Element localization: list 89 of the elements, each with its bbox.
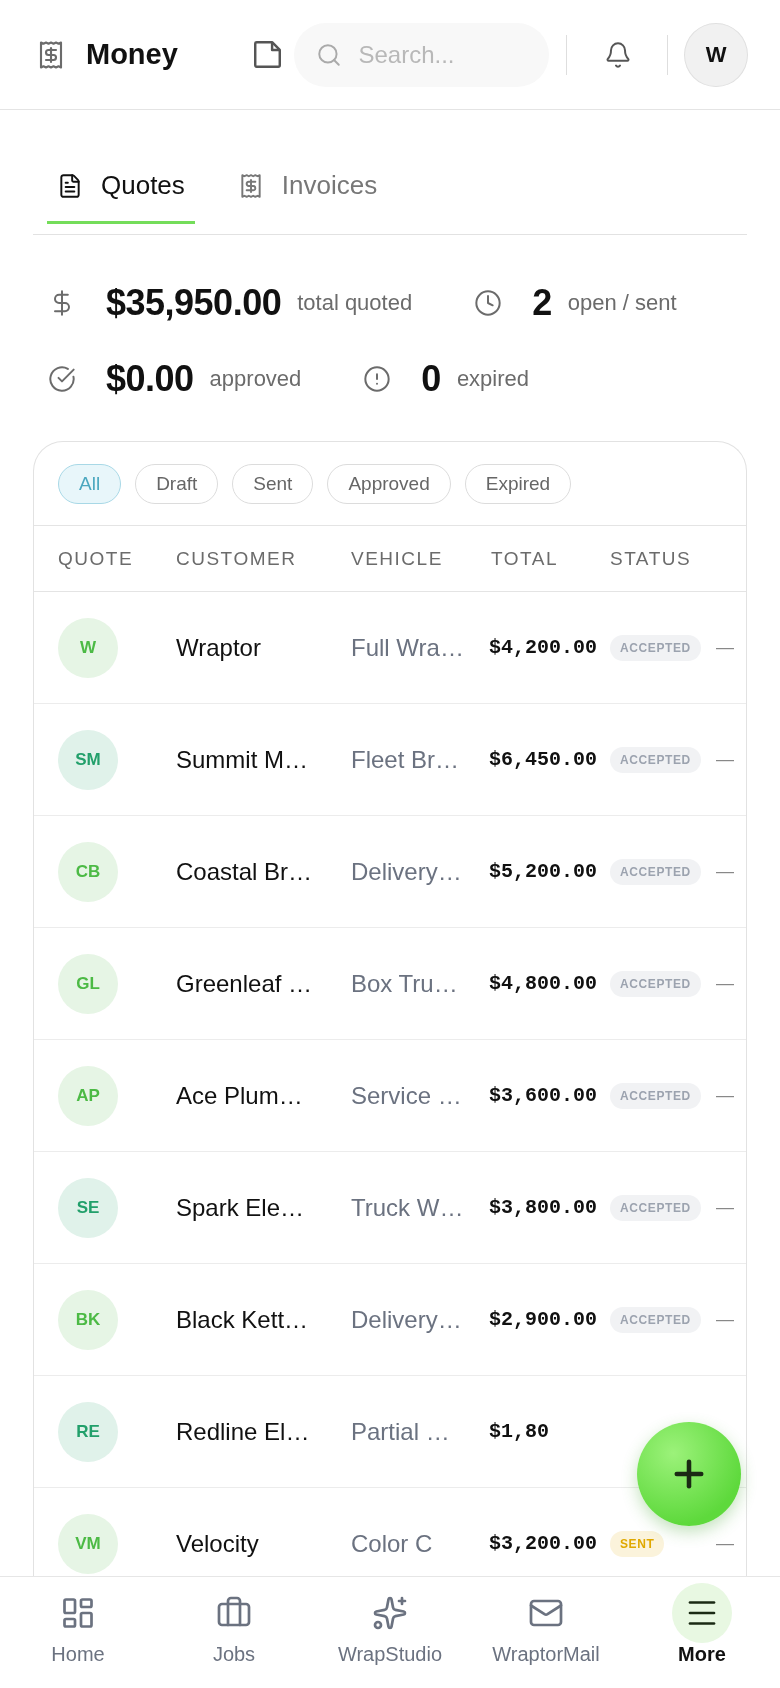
search-icon	[316, 41, 343, 68]
total-amount: $3,600.00	[489, 1084, 598, 1107]
status-badge: ACCEPTED	[610, 1194, 701, 1221]
sparkles-icon	[372, 1595, 408, 1631]
status-badge: ACCEPTED	[610, 634, 701, 661]
table-cell: —	[716, 749, 734, 770]
nav-item[interactable]: Home	[0, 1577, 156, 1688]
filter-chip[interactable]: Draft	[135, 464, 219, 504]
nav-item[interactable]: WraptorMail	[468, 1577, 624, 1688]
filter-chip[interactable]: Sent	[232, 464, 314, 504]
table-cell: —	[716, 1085, 734, 1106]
total-amount: $6,450.00	[489, 748, 598, 771]
tab[interactable]: Invoices	[227, 150, 388, 224]
status-badge: ACCEPTED	[610, 1082, 701, 1109]
nav-item[interactable]: More	[624, 1577, 780, 1688]
stat-value: $0.00	[106, 358, 194, 400]
vehicle-text: Fleet Br…	[351, 745, 460, 774]
customer-avatar: VM	[58, 1513, 118, 1574]
vehicle-text: Service …	[351, 1081, 462, 1110]
stat-label: total quoted	[297, 290, 413, 316]
customer-name: Velocity	[176, 1529, 259, 1558]
total-amount: $4,200.00	[489, 636, 598, 659]
document-icon	[57, 172, 83, 199]
customer-avatar: RE	[58, 1401, 118, 1462]
customer-avatar: BK	[58, 1289, 118, 1350]
grid-icon	[60, 1595, 96, 1631]
nav-item[interactable]: WrapStudio	[312, 1577, 468, 1688]
customer-avatar: W	[58, 617, 118, 678]
customer-name: Spark Ele…	[176, 1193, 305, 1222]
vehicle-text: Box Tru…	[351, 969, 458, 998]
total-amount: $3,800.00	[489, 1196, 598, 1219]
customer-avatar: SM	[58, 729, 118, 790]
page-title: Money	[86, 38, 178, 71]
table-cell: —	[716, 861, 734, 882]
menu-icon	[672, 1583, 732, 1643]
column-header: QUOTE	[58, 547, 134, 570]
stat-label: open / sent	[567, 290, 677, 316]
search-field[interactable]: Search...	[294, 22, 550, 87]
stat-value: 2	[532, 282, 552, 324]
table-cell: —	[716, 637, 734, 658]
status-badge: SENT	[610, 1530, 665, 1557]
customer-avatar: CB	[58, 841, 118, 902]
stat-value: 0	[421, 358, 441, 400]
total-amount: $5,200.00	[489, 860, 598, 883]
vehicle-text: Delivery…	[351, 857, 462, 886]
customer-name: Redline El…	[176, 1417, 310, 1446]
column-header: TOTAL	[491, 547, 558, 570]
customer-name: Ace Plum…	[176, 1081, 303, 1110]
table-cell: —	[716, 1533, 734, 1554]
total-amount: $4,800.00	[489, 972, 598, 995]
add-button[interactable]	[637, 1422, 741, 1526]
table-cell: —	[716, 973, 734, 994]
filter-chip[interactable]: Approved	[327, 464, 451, 504]
stat-value: $35,950.00	[106, 282, 282, 324]
document-icon[interactable]	[254, 41, 282, 68]
vehicle-text: Delivery…	[351, 1305, 462, 1334]
status-badge: ACCEPTED	[610, 858, 701, 885]
customer-name: Wraptor	[176, 633, 261, 662]
tab[interactable]: Quotes	[47, 150, 195, 224]
alert-icon	[363, 365, 392, 393]
status-badge: ACCEPTED	[610, 970, 701, 997]
customer-avatar: SE	[58, 1177, 118, 1238]
user-avatar[interactable]: W	[684, 22, 748, 87]
vehicle-text: Truck W…	[351, 1193, 464, 1222]
customer-name: Greenleaf …	[176, 969, 313, 998]
vehicle-text: Color C	[351, 1529, 433, 1558]
nav-item[interactable]: Jobs	[156, 1577, 312, 1688]
table-cell: —	[716, 1309, 734, 1330]
customer-avatar: AP	[58, 1065, 118, 1126]
customer-avatar: GL	[58, 953, 118, 1014]
column-header: CUSTOMER	[176, 547, 297, 570]
customer-name: Summit M…	[176, 745, 308, 774]
stat-label: approved	[209, 366, 302, 392]
customer-name: Coastal Br…	[176, 857, 313, 886]
status-badge: ACCEPTED	[610, 1306, 701, 1333]
column-header: STATUS	[610, 547, 692, 570]
stat-label: expired	[456, 366, 530, 392]
total-amount: $2,900.00	[489, 1308, 598, 1331]
customer-name: Black Kett…	[176, 1305, 309, 1334]
clock-icon	[474, 289, 503, 317]
total-amount: $3,200.00	[489, 1532, 598, 1555]
vehicle-text: Partial …	[351, 1417, 450, 1446]
total-amount: $1,80	[489, 1420, 549, 1443]
check-circle-icon	[48, 365, 76, 393]
status-badge: ACCEPTED	[610, 746, 701, 773]
filter-chip[interactable]: Expired	[464, 464, 572, 504]
vehicle-text: Full Wra…	[351, 633, 464, 662]
table-cell: —	[716, 1197, 734, 1218]
column-header: VEHICLE	[351, 547, 443, 570]
